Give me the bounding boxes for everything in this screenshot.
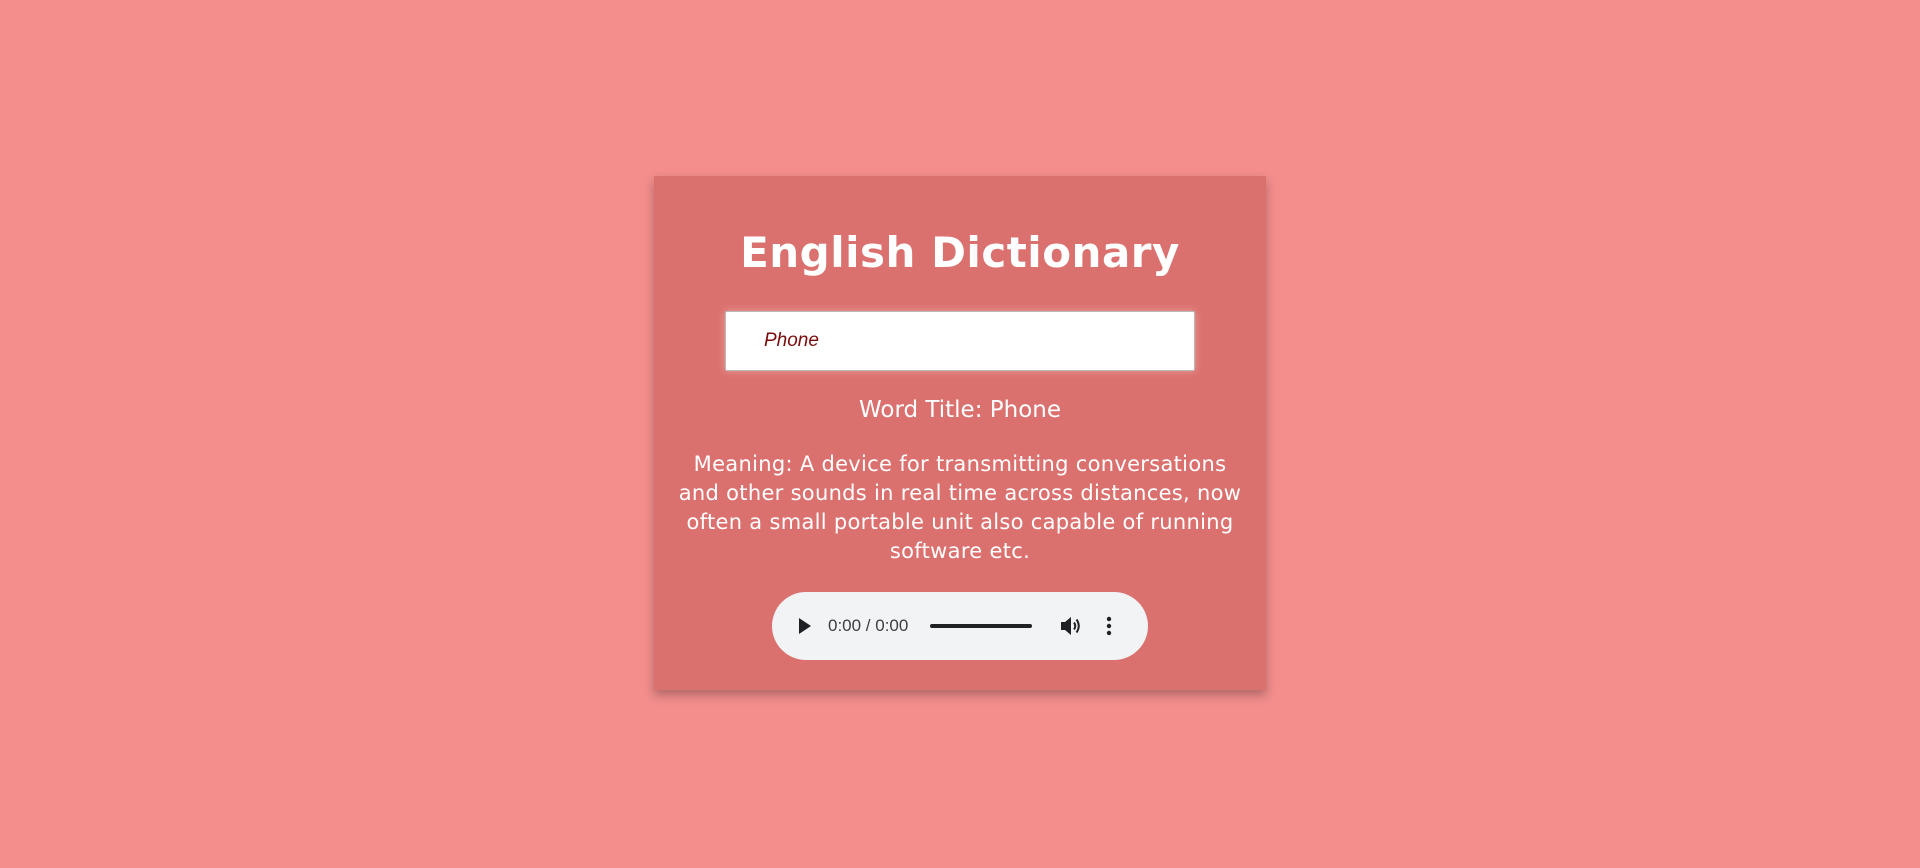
app-title: English Dictionary bbox=[740, 228, 1180, 277]
audio-time: 0:00 / 0:00 bbox=[828, 616, 909, 635]
audio-progress-bar[interactable] bbox=[930, 624, 1033, 628]
audio-player: 0:00 / 0:00 bbox=[772, 592, 1148, 660]
play-icon[interactable] bbox=[796, 615, 814, 637]
volume-icon[interactable] bbox=[1060, 614, 1084, 638]
word-meaning: Meaning: A device for transmitting conve… bbox=[678, 452, 1242, 563]
search-input[interactable] bbox=[725, 311, 1195, 371]
more-options-icon[interactable] bbox=[1104, 614, 1114, 638]
dictionary-card: English Dictionary Word Title: Phone Mea… bbox=[654, 176, 1266, 690]
word-title: Word Title: Phone bbox=[858, 397, 1062, 423]
